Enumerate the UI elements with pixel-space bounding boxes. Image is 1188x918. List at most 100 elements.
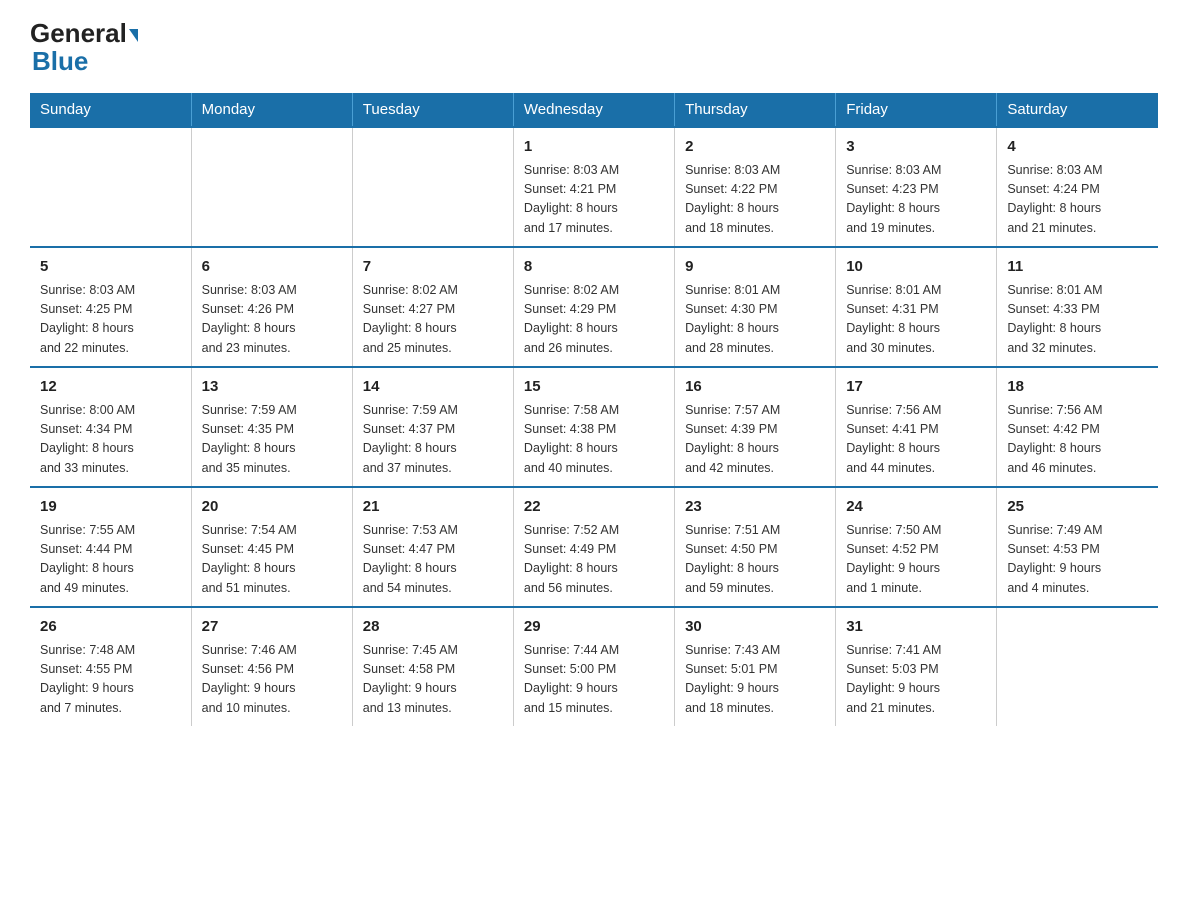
day-info: Sunrise: 7:49 AMSunset: 4:53 PMDaylight:… xyxy=(1007,521,1148,599)
calendar-week-row: 5Sunrise: 8:03 AMSunset: 4:25 PMDaylight… xyxy=(30,247,1158,367)
day-number: 20 xyxy=(202,496,342,519)
calendar-empty-cell xyxy=(997,607,1158,726)
day-info: Sunrise: 8:02 AMSunset: 4:29 PMDaylight:… xyxy=(524,281,664,359)
day-number: 27 xyxy=(202,616,342,639)
day-number: 17 xyxy=(846,376,986,399)
weekday-header-monday: Monday xyxy=(191,93,352,127)
day-info: Sunrise: 7:50 AMSunset: 4:52 PMDaylight:… xyxy=(846,521,986,599)
calendar-week-row: 12Sunrise: 8:00 AMSunset: 4:34 PMDayligh… xyxy=(30,367,1158,487)
weekday-header-saturday: Saturday xyxy=(997,93,1158,127)
calendar-day-5: 5Sunrise: 8:03 AMSunset: 4:25 PMDaylight… xyxy=(30,247,191,367)
day-number: 2 xyxy=(685,136,825,159)
day-number: 1 xyxy=(524,136,664,159)
day-number: 31 xyxy=(846,616,986,639)
day-number: 5 xyxy=(40,256,181,279)
day-number: 14 xyxy=(363,376,503,399)
calendar-day-4: 4Sunrise: 8:03 AMSunset: 4:24 PMDaylight… xyxy=(997,127,1158,247)
calendar-empty-cell xyxy=(352,127,513,247)
day-number: 28 xyxy=(363,616,503,639)
weekday-header-tuesday: Tuesday xyxy=(352,93,513,127)
day-info: Sunrise: 7:43 AMSunset: 5:01 PMDaylight:… xyxy=(685,641,825,719)
calendar-day-18: 18Sunrise: 7:56 AMSunset: 4:42 PMDayligh… xyxy=(997,367,1158,487)
calendar-day-2: 2Sunrise: 8:03 AMSunset: 4:22 PMDaylight… xyxy=(675,127,836,247)
calendar-day-26: 26Sunrise: 7:48 AMSunset: 4:55 PMDayligh… xyxy=(30,607,191,726)
day-info: Sunrise: 8:03 AMSunset: 4:23 PMDaylight:… xyxy=(846,161,986,239)
day-number: 11 xyxy=(1007,256,1148,279)
weekday-header-sunday: Sunday xyxy=(30,93,191,127)
day-number: 4 xyxy=(1007,136,1148,159)
page-header: General Blue xyxy=(30,20,1158,77)
day-info: Sunrise: 7:59 AMSunset: 4:35 PMDaylight:… xyxy=(202,401,342,479)
day-info: Sunrise: 8:02 AMSunset: 4:27 PMDaylight:… xyxy=(363,281,503,359)
calendar-day-22: 22Sunrise: 7:52 AMSunset: 4:49 PMDayligh… xyxy=(513,487,674,607)
day-info: Sunrise: 7:57 AMSunset: 4:39 PMDaylight:… xyxy=(685,401,825,479)
day-number: 13 xyxy=(202,376,342,399)
weekday-header-thursday: Thursday xyxy=(675,93,836,127)
day-number: 10 xyxy=(846,256,986,279)
calendar-day-13: 13Sunrise: 7:59 AMSunset: 4:35 PMDayligh… xyxy=(191,367,352,487)
calendar-empty-cell xyxy=(191,127,352,247)
calendar-week-row: 19Sunrise: 7:55 AMSunset: 4:44 PMDayligh… xyxy=(30,487,1158,607)
calendar-table: SundayMondayTuesdayWednesdayThursdayFrid… xyxy=(30,93,1158,726)
day-number: 15 xyxy=(524,376,664,399)
day-number: 21 xyxy=(363,496,503,519)
calendar-week-row: 1Sunrise: 8:03 AMSunset: 4:21 PMDaylight… xyxy=(30,127,1158,247)
day-info: Sunrise: 7:45 AMSunset: 4:58 PMDaylight:… xyxy=(363,641,503,719)
logo: General Blue xyxy=(30,20,138,77)
day-number: 9 xyxy=(685,256,825,279)
calendar-day-21: 21Sunrise: 7:53 AMSunset: 4:47 PMDayligh… xyxy=(352,487,513,607)
calendar-week-row: 26Sunrise: 7:48 AMSunset: 4:55 PMDayligh… xyxy=(30,607,1158,726)
day-number: 22 xyxy=(524,496,664,519)
calendar-day-28: 28Sunrise: 7:45 AMSunset: 4:58 PMDayligh… xyxy=(352,607,513,726)
calendar-day-31: 31Sunrise: 7:41 AMSunset: 5:03 PMDayligh… xyxy=(836,607,997,726)
day-info: Sunrise: 7:41 AMSunset: 5:03 PMDaylight:… xyxy=(846,641,986,719)
calendar-day-29: 29Sunrise: 7:44 AMSunset: 5:00 PMDayligh… xyxy=(513,607,674,726)
day-info: Sunrise: 7:44 AMSunset: 5:00 PMDaylight:… xyxy=(524,641,664,719)
day-info: Sunrise: 7:55 AMSunset: 4:44 PMDaylight:… xyxy=(40,521,181,599)
day-number: 18 xyxy=(1007,376,1148,399)
calendar-day-1: 1Sunrise: 8:03 AMSunset: 4:21 PMDaylight… xyxy=(513,127,674,247)
calendar-day-25: 25Sunrise: 7:49 AMSunset: 4:53 PMDayligh… xyxy=(997,487,1158,607)
calendar-empty-cell xyxy=(30,127,191,247)
day-info: Sunrise: 7:53 AMSunset: 4:47 PMDaylight:… xyxy=(363,521,503,599)
calendar-day-7: 7Sunrise: 8:02 AMSunset: 4:27 PMDaylight… xyxy=(352,247,513,367)
calendar-day-16: 16Sunrise: 7:57 AMSunset: 4:39 PMDayligh… xyxy=(675,367,836,487)
calendar-day-8: 8Sunrise: 8:02 AMSunset: 4:29 PMDaylight… xyxy=(513,247,674,367)
day-info: Sunrise: 8:03 AMSunset: 4:24 PMDaylight:… xyxy=(1007,161,1148,239)
day-info: Sunrise: 8:01 AMSunset: 4:33 PMDaylight:… xyxy=(1007,281,1148,359)
calendar-day-17: 17Sunrise: 7:56 AMSunset: 4:41 PMDayligh… xyxy=(836,367,997,487)
day-info: Sunrise: 8:03 AMSunset: 4:22 PMDaylight:… xyxy=(685,161,825,239)
day-info: Sunrise: 8:03 AMSunset: 4:26 PMDaylight:… xyxy=(202,281,342,359)
day-number: 25 xyxy=(1007,496,1148,519)
day-number: 19 xyxy=(40,496,181,519)
day-info: Sunrise: 7:56 AMSunset: 4:42 PMDaylight:… xyxy=(1007,401,1148,479)
weekday-header-friday: Friday xyxy=(836,93,997,127)
calendar-day-19: 19Sunrise: 7:55 AMSunset: 4:44 PMDayligh… xyxy=(30,487,191,607)
calendar-day-12: 12Sunrise: 8:00 AMSunset: 4:34 PMDayligh… xyxy=(30,367,191,487)
calendar-day-9: 9Sunrise: 8:01 AMSunset: 4:30 PMDaylight… xyxy=(675,247,836,367)
day-info: Sunrise: 7:46 AMSunset: 4:56 PMDaylight:… xyxy=(202,641,342,719)
day-info: Sunrise: 8:03 AMSunset: 4:25 PMDaylight:… xyxy=(40,281,181,359)
day-info: Sunrise: 8:00 AMSunset: 4:34 PMDaylight:… xyxy=(40,401,181,479)
day-number: 8 xyxy=(524,256,664,279)
calendar-day-30: 30Sunrise: 7:43 AMSunset: 5:01 PMDayligh… xyxy=(675,607,836,726)
day-info: Sunrise: 7:48 AMSunset: 4:55 PMDaylight:… xyxy=(40,641,181,719)
day-number: 29 xyxy=(524,616,664,639)
day-number: 30 xyxy=(685,616,825,639)
day-number: 26 xyxy=(40,616,181,639)
day-info: Sunrise: 7:56 AMSunset: 4:41 PMDaylight:… xyxy=(846,401,986,479)
logo-text-sub: Blue xyxy=(32,46,88,76)
day-number: 6 xyxy=(202,256,342,279)
day-number: 12 xyxy=(40,376,181,399)
day-number: 3 xyxy=(846,136,986,159)
day-info: Sunrise: 7:59 AMSunset: 4:37 PMDaylight:… xyxy=(363,401,503,479)
day-number: 16 xyxy=(685,376,825,399)
logo-text-main: General xyxy=(30,20,138,46)
calendar-day-15: 15Sunrise: 7:58 AMSunset: 4:38 PMDayligh… xyxy=(513,367,674,487)
calendar-day-23: 23Sunrise: 7:51 AMSunset: 4:50 PMDayligh… xyxy=(675,487,836,607)
calendar-day-10: 10Sunrise: 8:01 AMSunset: 4:31 PMDayligh… xyxy=(836,247,997,367)
calendar-day-20: 20Sunrise: 7:54 AMSunset: 4:45 PMDayligh… xyxy=(191,487,352,607)
weekday-header-wednesday: Wednesday xyxy=(513,93,674,127)
calendar-day-24: 24Sunrise: 7:50 AMSunset: 4:52 PMDayligh… xyxy=(836,487,997,607)
calendar-day-14: 14Sunrise: 7:59 AMSunset: 4:37 PMDayligh… xyxy=(352,367,513,487)
